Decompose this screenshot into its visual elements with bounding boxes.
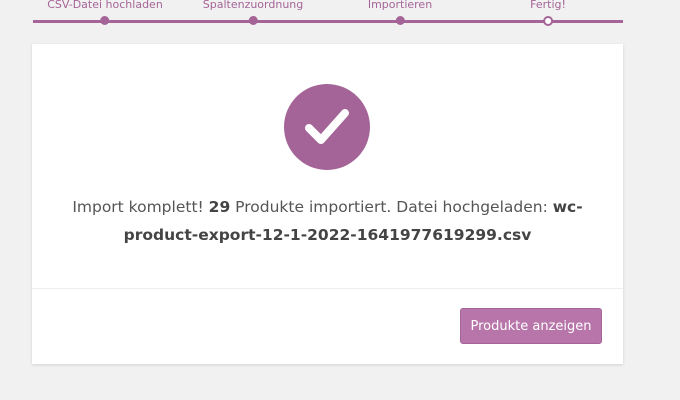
step-mapping: Spaltenzuordnung — [202, 0, 304, 25]
divider — [32, 288, 623, 289]
import-result-card: Import komplett! 29 Produkte importiert.… — [32, 44, 623, 364]
progress-steps: CSV-Datei hochladen Spaltenzuordnung Imp… — [33, 0, 623, 30]
step-label: Importieren — [367, 0, 433, 11]
step-label: Spaltenzuordnung — [202, 0, 304, 11]
import-complete-message: Import komplett! 29 Produkte importiert.… — [52, 193, 603, 249]
message-text: Produkte importiert. Datei hochgeladen: — [230, 198, 553, 216]
step-dot — [395, 16, 405, 25]
step-upload: CSV-Datei hochladen — [47, 0, 163, 25]
step-dot — [100, 16, 110, 25]
step-import: Importieren — [368, 0, 432, 25]
checkmark-icon — [284, 84, 370, 170]
step-label: Fertig! — [530, 0, 566, 11]
step-done: Fertig! — [530, 0, 566, 26]
imported-count: 29 — [208, 198, 231, 216]
message-text: Import komplett! — [72, 198, 209, 216]
view-products-button[interactable]: Produkte anzeigen — [460, 308, 602, 344]
step-dot-current — [543, 16, 553, 26]
step-label: CSV-Datei hochladen — [47, 0, 163, 11]
step-dot — [248, 16, 258, 25]
